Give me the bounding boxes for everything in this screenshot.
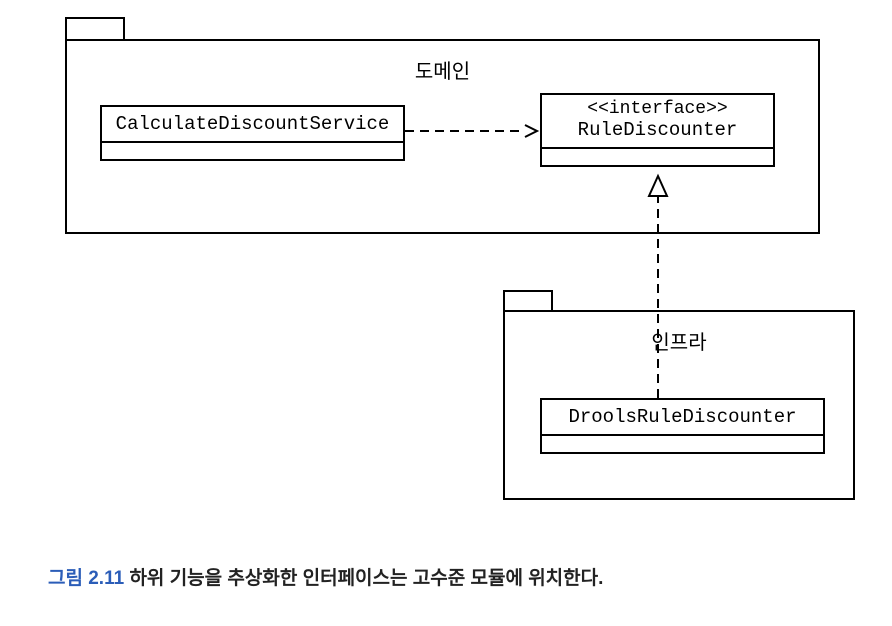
uml-diagram: 도메인 CalculateDiscountService <<interface… — [0, 0, 892, 626]
class-body — [542, 436, 823, 452]
figure-caption-text: 하위 기능을 추상화한 인터페이스는 고수준 모듈에 위치한다. — [124, 568, 603, 589]
class-calculate-discount-service: CalculateDiscountService — [100, 105, 405, 161]
figure-caption: 그림 2.11 하위 기능을 추상화한 인터페이스는 고수준 모듈에 위치한다. — [48, 563, 603, 590]
class-drools-rule-discounter: DroolsRuleDiscounter — [540, 398, 825, 454]
class-stereotype: <<interface>> — [542, 95, 773, 119]
domain-package-tab — [65, 17, 125, 41]
figure-number: 그림 2.11 — [48, 568, 124, 589]
class-name: CalculateDiscountService — [102, 107, 403, 143]
class-name: DroolsRuleDiscounter — [542, 400, 823, 436]
domain-package-label: 도메인 — [67, 55, 818, 84]
class-body — [542, 149, 773, 165]
class-rule-discounter: <<interface>> RuleDiscounter — [540, 93, 775, 167]
infra-package-tab — [503, 290, 553, 312]
infra-package-label: 인프라 — [505, 326, 853, 355]
class-body — [102, 143, 403, 159]
class-name: RuleDiscounter — [542, 119, 773, 149]
